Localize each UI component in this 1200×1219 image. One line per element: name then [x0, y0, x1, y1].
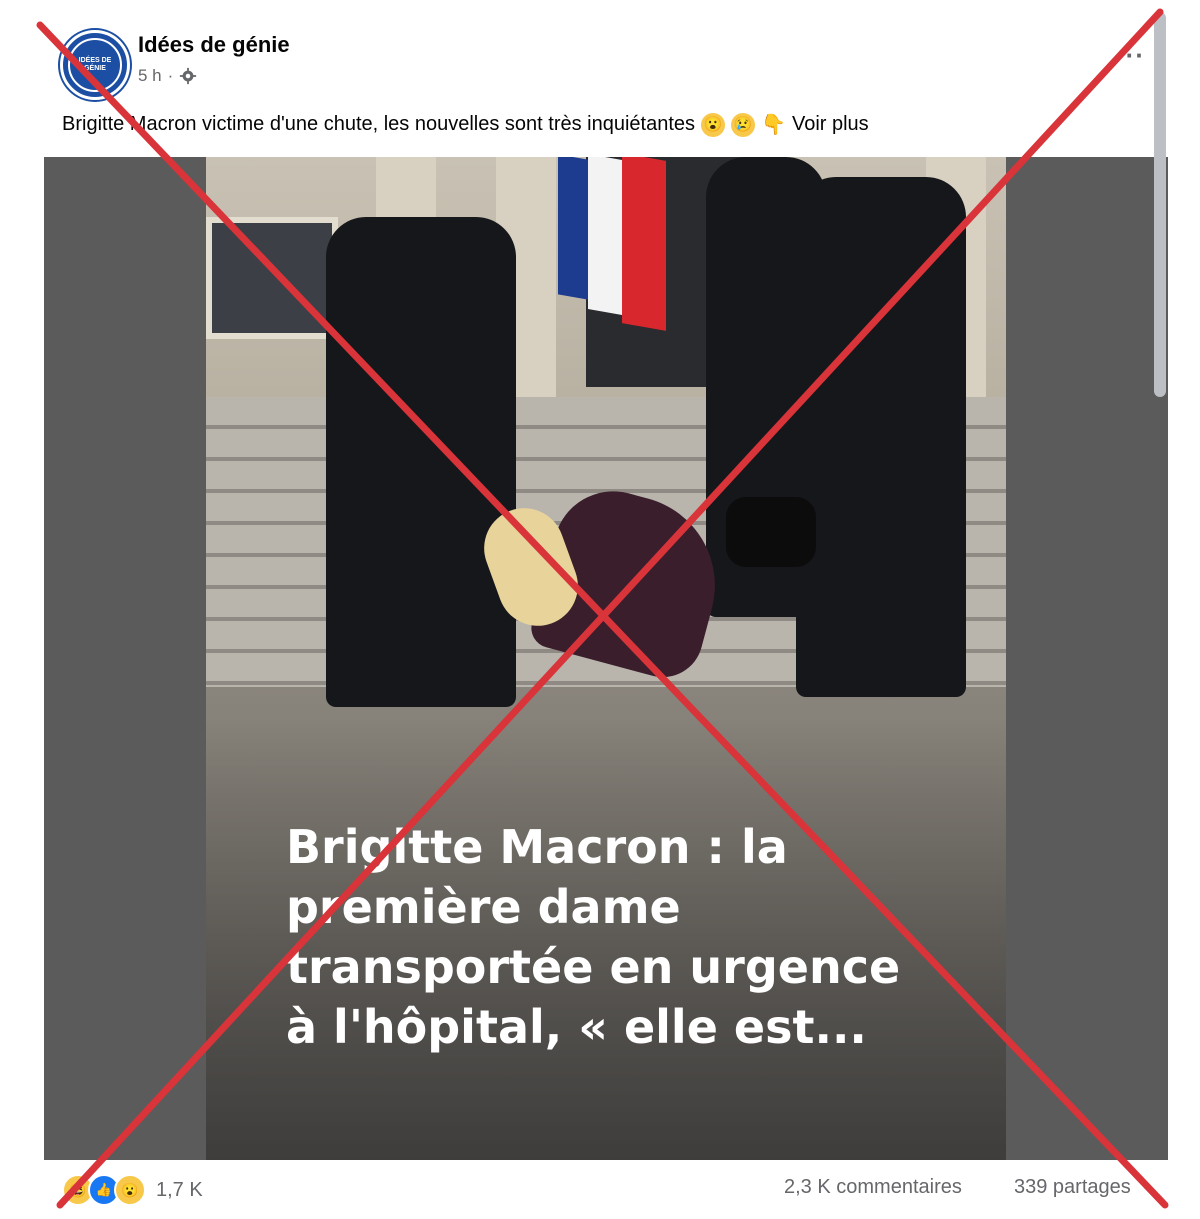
sad-emoji-icon: 😢 [731, 112, 756, 137]
caption-text: Brigitte Macron victime d'une chute, les… [62, 113, 696, 135]
more-options-button[interactable]: ··· [1116, 40, 1145, 71]
scrollbar-thumb[interactable] [1154, 12, 1166, 397]
astonished-emoji-icon: 😮 [701, 112, 726, 137]
page-avatar[interactable]: IDÉES DE GÉNIE [60, 30, 130, 100]
post-media[interactable]: Brigitte Macron : la première dame trans… [44, 157, 1168, 1160]
post-meta: 5 h · [138, 66, 197, 86]
flag-icon [622, 157, 666, 331]
photo-window [206, 217, 338, 339]
post-photo: Brigitte Macron : la première dame trans… [206, 157, 1006, 1160]
photo-handbag [726, 497, 816, 567]
headline-line: première dame [286, 880, 681, 934]
comments-count-link[interactable]: 2,3 K commentaires [784, 1176, 962, 1199]
gear-icon[interactable] [179, 67, 197, 85]
page-name-link[interactable]: Idées de génie [138, 32, 290, 58]
facebook-post: IDÉES DE GÉNIE Idées de génie 5 h · ··· … [0, 0, 1200, 1219]
flag-icon [588, 157, 622, 315]
image-headline: Brigitte Macron : la première dame trans… [286, 817, 976, 1057]
reactions-summary[interactable]: 😆 👍 😮 1,7 K [62, 1174, 203, 1206]
shares-count-link[interactable]: 339 partages [1014, 1176, 1131, 1199]
photo-man-figure [326, 217, 516, 707]
see-more-link[interactable]: Voir plus [792, 113, 869, 136]
photo-woman-figure [796, 177, 966, 697]
flag-icon [558, 157, 588, 300]
headline-line: Brigitte Macron : la [286, 820, 788, 874]
avatar-logo: IDÉES DE GÉNIE [68, 38, 122, 92]
wow-icon: 😮 [114, 1174, 146, 1206]
headline-line: à l'hôpital, « elle est... [286, 1000, 867, 1054]
headline-line: transportée en urgence [286, 940, 901, 994]
post-time[interactable]: 5 h [138, 66, 162, 86]
meta-separator: · [167, 66, 174, 85]
reaction-count[interactable]: 1,7 K [156, 1179, 203, 1202]
post-caption: Brigitte Macron victime d'une chute, les… [62, 112, 869, 137]
pointing-down-emoji-icon: 👇 [761, 114, 786, 136]
